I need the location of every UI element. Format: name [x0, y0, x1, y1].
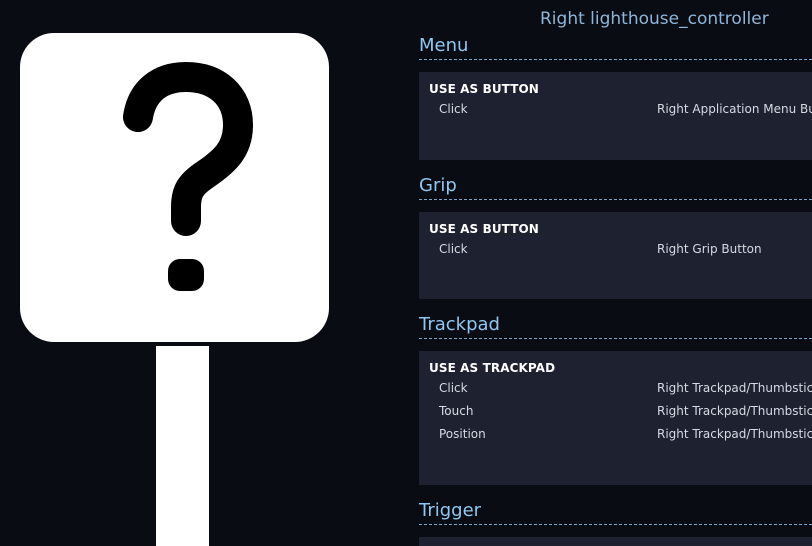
section-menu[interactable]: USE AS BUTTON Click Right Application Me…	[419, 72, 812, 160]
binding-viewer: Right lighthouse_controller Menu USE AS …	[0, 0, 812, 546]
question-mark-sign-icon	[20, 33, 329, 342]
binding-target: Right Trackpad/Thumbstick	[657, 381, 812, 395]
controller-image	[20, 33, 329, 546]
section-trigger[interactable]	[419, 537, 812, 546]
section-grip[interactable]: USE AS BUTTON Click Right Grip Button	[419, 212, 812, 299]
input-name: Touch	[439, 404, 474, 418]
section-header-menu: Menu	[419, 35, 812, 60]
binding-target: Right Trackpad/Thumbstick	[657, 427, 812, 441]
input-name: Click	[439, 102, 468, 116]
use-as-label: USE AS BUTTON	[429, 222, 539, 236]
section-trackpad[interactable]: USE AS TRACKPAD Click Right Trackpad/Thu…	[419, 351, 812, 485]
section-header-grip: Grip	[419, 175, 812, 200]
question-mark-icon	[123, 62, 253, 291]
sign-post	[156, 346, 209, 546]
section-header-trigger: Trigger	[419, 500, 812, 525]
input-name: Click	[439, 381, 468, 395]
section-header-trackpad: Trackpad	[419, 314, 812, 339]
binding-target: Right Trackpad/Thumbstick	[657, 404, 812, 418]
binding-row[interactable]: Position Right Trackpad/Thumbstick	[429, 427, 812, 450]
input-name: Position	[439, 427, 486, 441]
binding-target: Right Application Menu Butt	[657, 102, 812, 116]
controller-title: Right lighthouse_controller	[540, 9, 769, 29]
input-name: Click	[439, 242, 468, 256]
binding-row[interactable]: Click Right Application Menu Butt	[429, 102, 812, 125]
use-as-label: USE AS TRACKPAD	[429, 361, 556, 375]
binding-target: Right Grip Button	[657, 242, 762, 256]
binding-row[interactable]: Touch Right Trackpad/Thumbstick	[429, 404, 812, 427]
use-as-label: USE AS BUTTON	[429, 82, 539, 96]
binding-row[interactable]: Click Right Grip Button	[429, 242, 812, 265]
binding-row[interactable]: Click Right Trackpad/Thumbstick	[429, 381, 812, 404]
